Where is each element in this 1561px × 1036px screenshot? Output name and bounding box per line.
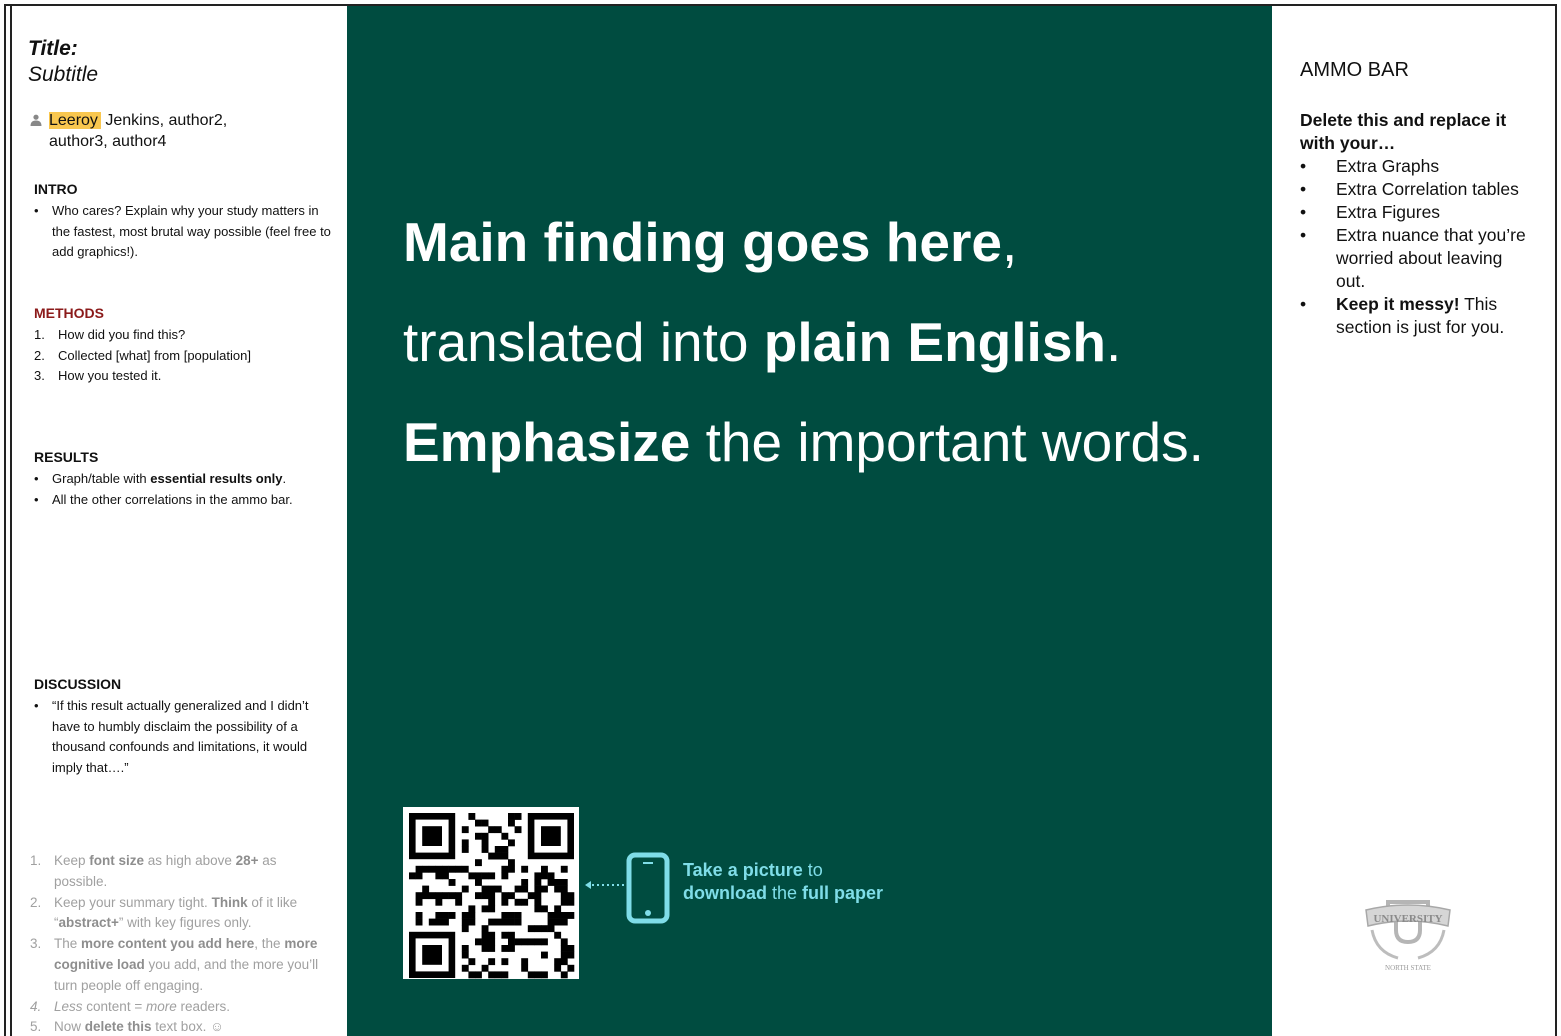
ammo-bar-intro: Delete this and replace it with your… [1300, 110, 1507, 153]
download-cta: Take a picture to download the full pape… [683, 860, 884, 903]
methods-section: METHODS 1. How did you find this? 2. Colle… [34, 304, 334, 387]
tip-item: 5. Now delete this text box. ☺ [30, 1019, 224, 1035]
tip-item: 4. Less content = more readers. [30, 998, 230, 1014]
ammo-item: Extra Figures [1300, 201, 1530, 224]
intro-heading: INTRO [34, 181, 78, 197]
qr-code-graphic [409, 813, 575, 979]
author-list: Leeroy Jenkins, author2, author3, author… [28, 110, 328, 152]
finding-line-1: Main finding goes here, [403, 211, 1018, 273]
left-column: Title: Subtitle Leeroy Jenkins, author2,… [10, 6, 346, 1036]
intro-bullet: Who cares? Explain why your study matter… [34, 201, 334, 263]
logo-text: UNIVERSITY [1373, 913, 1442, 925]
finding-line-3: Emphasize the important words. [403, 411, 1204, 473]
author-line2: author3, author4 [49, 133, 167, 150]
methods-item: 3. How you tested it. [34, 368, 162, 383]
ammo-bar-list: Extra Graphs Extra Correlation tables Ex… [1300, 155, 1530, 339]
tip-item: 3. The more content you add here, the mor… [30, 936, 319, 993]
results-heading: RESULTS [34, 449, 99, 465]
results-bullet: All the other correlations in the ammo b… [34, 490, 334, 511]
results-section: RESULTS Graph/table with essential resul… [34, 448, 334, 510]
methods-item: 2. Collected [what] from [population] [34, 347, 251, 363]
qr-code[interactable] [403, 807, 579, 979]
main-finding-panel: Main finding goes here, translated into … [347, 6, 1272, 1036]
logo-subtext: NORTH STATE [1385, 964, 1431, 972]
ammo-bar-title: AMMO BAR [1300, 59, 1409, 81]
ammo-item: Keep it messy! This section is just for … [1300, 293, 1530, 339]
results-bullet: Graph/table with essential results only. [34, 469, 334, 490]
methods-item: 1. How did you find this? [34, 327, 186, 342]
intro-section: INTRO Who cares? Explain why your study … [34, 180, 334, 263]
main-finding-text: Main finding goes here, translated into … [403, 192, 1204, 492]
title-label: Title: [28, 37, 78, 60]
tips-list: 1. Keep font size as high above 28+ as po… [30, 851, 330, 1036]
discussion-bullet: “If this result actually generalized and… [34, 696, 334, 778]
person-icon [30, 114, 42, 126]
subtitle: Subtitle [28, 63, 99, 86]
ammo-item: Extra Graphs [1300, 155, 1530, 178]
university-logo: UNIVERSITY NORTH STATE [1365, 900, 1451, 972]
finding-line-2: translated into plain English. [403, 311, 1122, 373]
poster-title: Title: Subtitle [28, 36, 98, 88]
discussion-section: DISCUSSION “If this result actually gene… [34, 675, 334, 778]
ammo-bar: AMMO BAR Delete this and replace it with… [1272, 6, 1557, 1036]
tip-item: 2. Keep your summary tight. Think of it l… [30, 894, 298, 931]
highlighted-author: Leeroy [49, 112, 101, 129]
discussion-heading: DISCUSSION [34, 676, 122, 692]
author-rest: Jenkins, author2, [100, 112, 228, 129]
methods-heading: METHODS [34, 305, 104, 321]
tip-item: 1. Keep font size as high above 28+ as po… [30, 853, 277, 889]
ammo-item: Extra nuance that you’re worried about l… [1300, 224, 1530, 293]
ammo-item: Extra Correlation tables [1300, 178, 1530, 201]
